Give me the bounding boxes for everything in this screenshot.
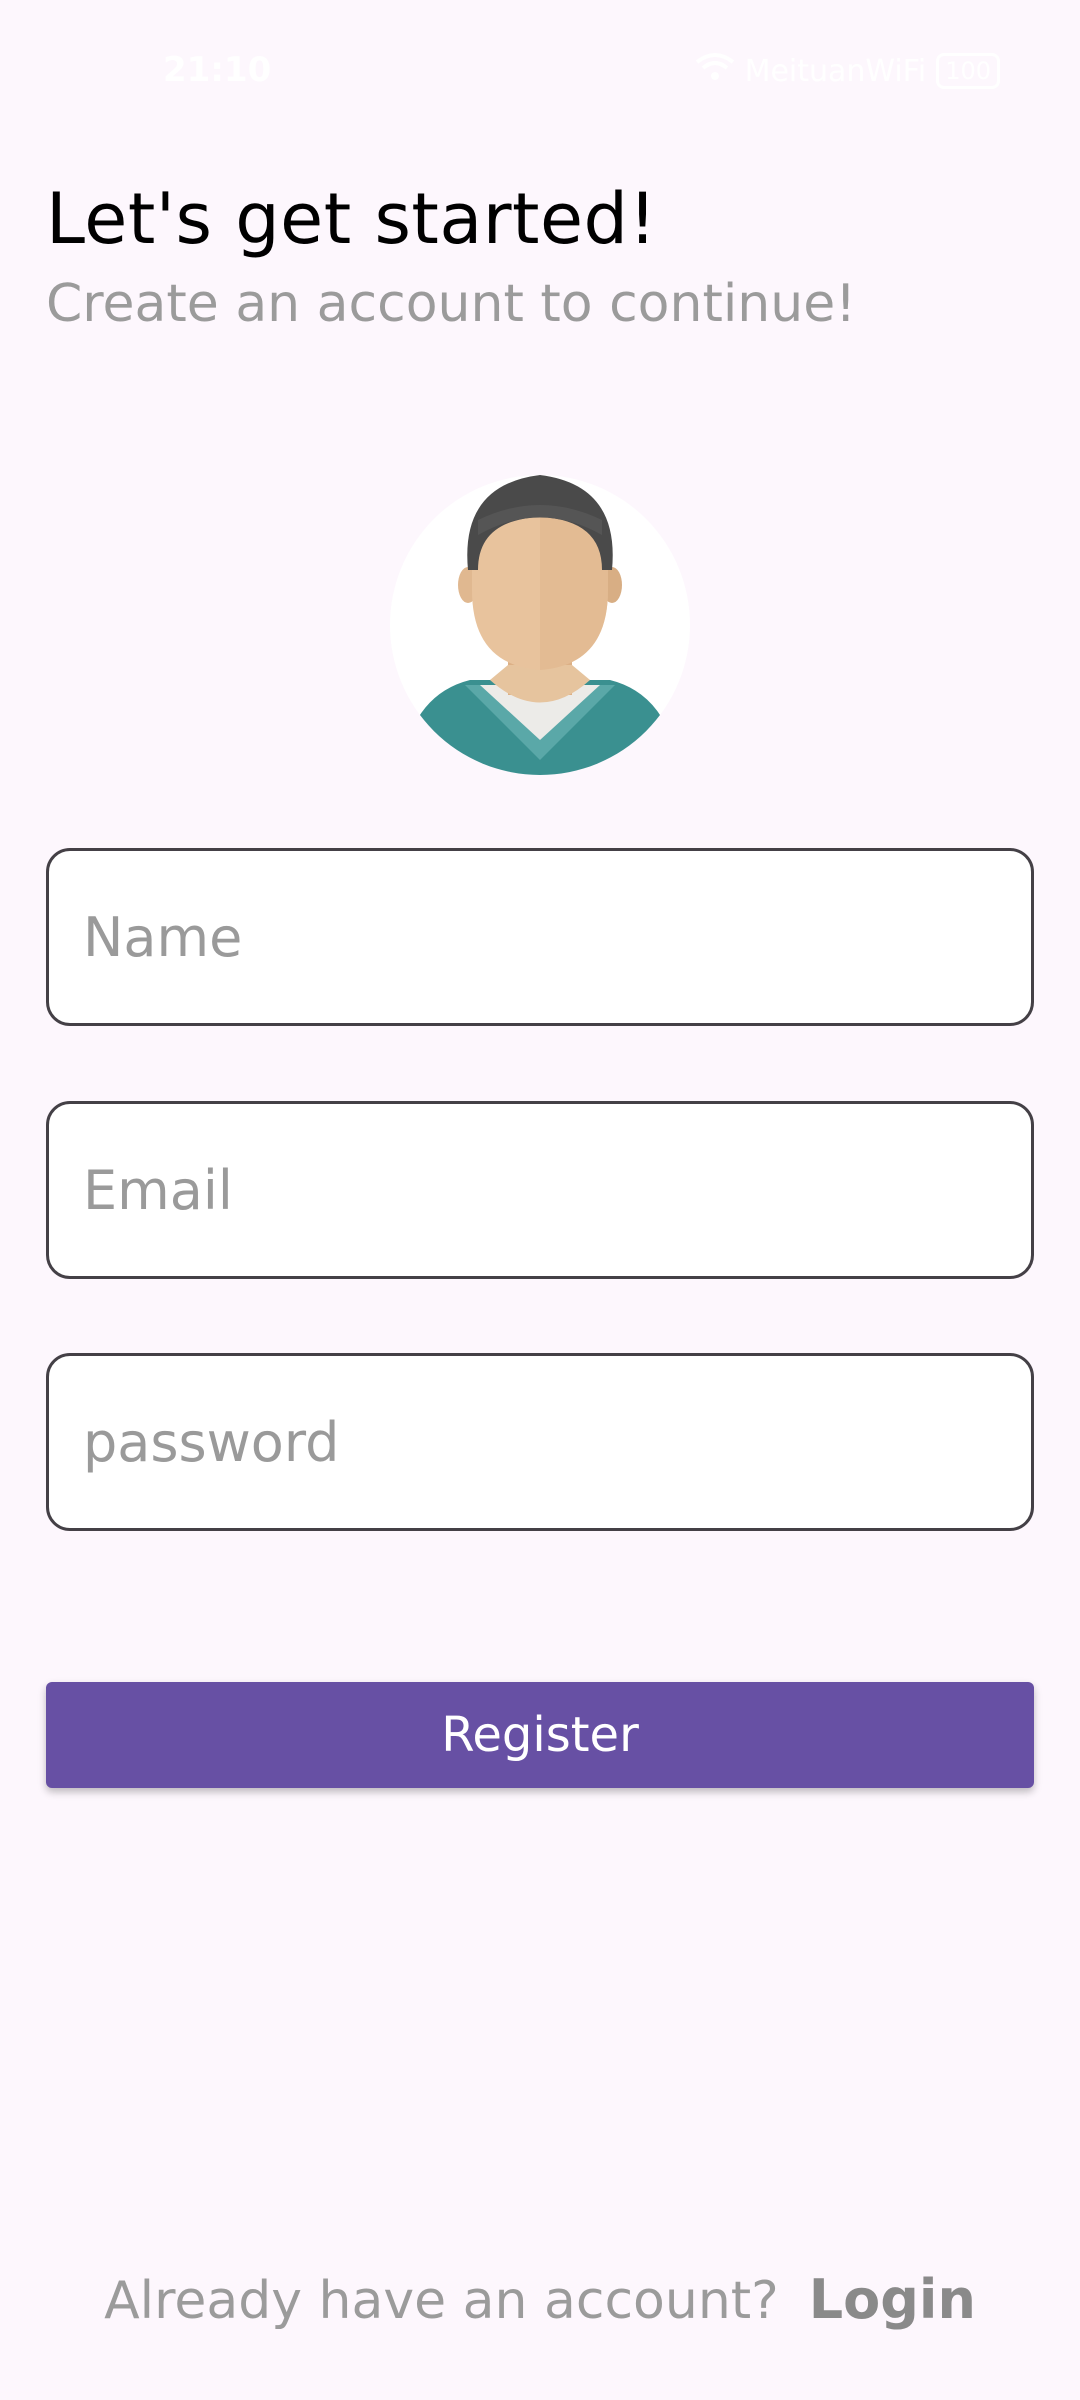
- battery-icon: 100: [936, 53, 1000, 89]
- email-input[interactable]: [49, 1104, 1031, 1276]
- login-link[interactable]: Login: [809, 2268, 976, 2331]
- email-field[interactable]: [46, 1101, 1034, 1279]
- password-input[interactable]: [49, 1356, 1031, 1528]
- name-input[interactable]: [49, 851, 1031, 1023]
- status-indicators: MeituanWiFi 100: [695, 52, 1000, 90]
- register-button[interactable]: Register: [46, 1682, 1034, 1788]
- status-time: 21:10: [163, 50, 272, 90]
- page-title: Let's get started!: [46, 178, 658, 260]
- user-avatar-icon[interactable]: [390, 475, 690, 775]
- battery-level: 100: [945, 57, 991, 85]
- login-prompt: Already have an account? Login: [0, 2268, 1080, 2331]
- name-field[interactable]: [46, 848, 1034, 1026]
- network-name: MeituanWiFi: [744, 53, 927, 89]
- wifi-icon: [695, 52, 735, 90]
- page-subtitle: Create an account to continue!: [46, 274, 857, 334]
- password-field[interactable]: [46, 1353, 1034, 1531]
- login-prompt-text: Already have an account?: [104, 2271, 779, 2331]
- status-bar: 21:10 MeituanWiFi 100: [0, 0, 1080, 140]
